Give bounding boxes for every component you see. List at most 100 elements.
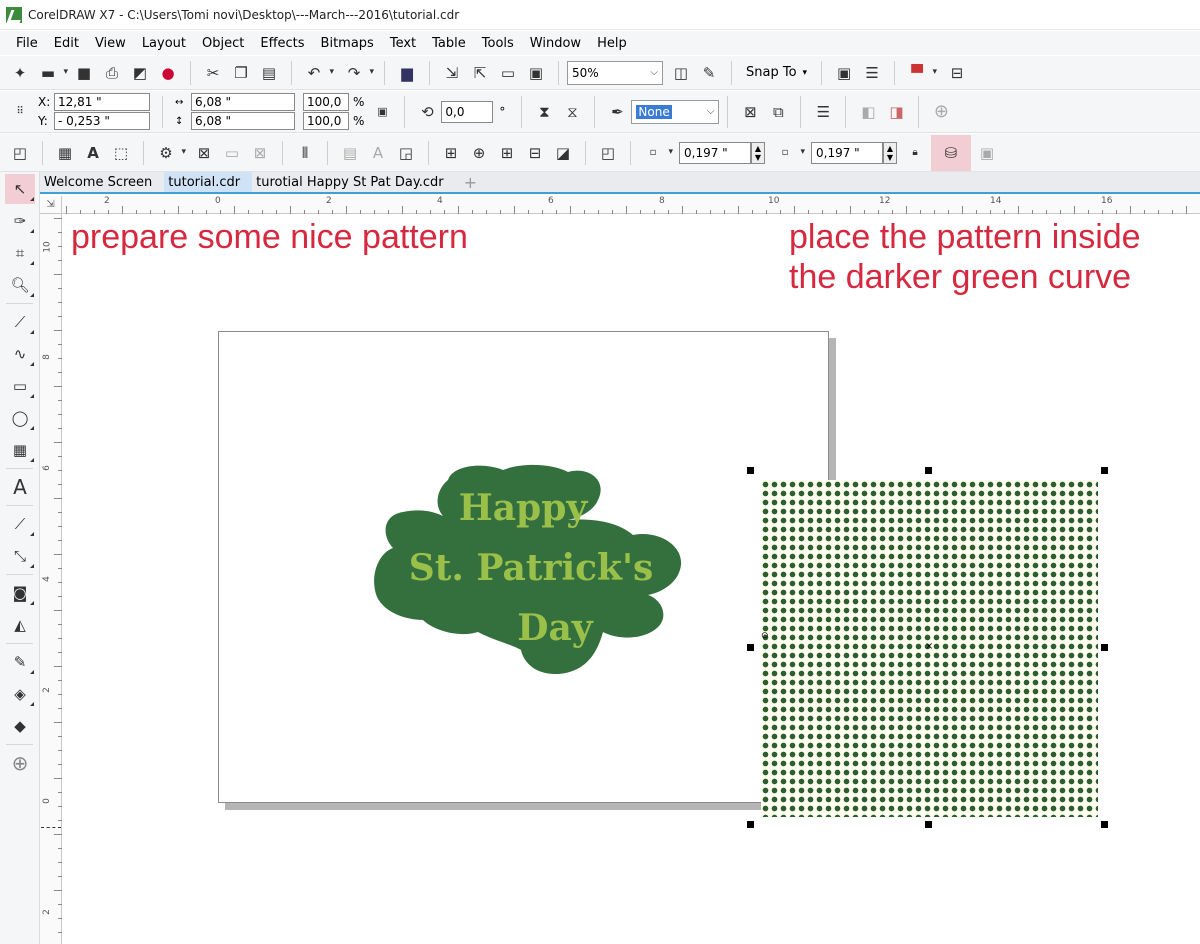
zoom-tool-icon[interactable]: 🔍︎ bbox=[5, 270, 35, 300]
eyedropper-tool-icon[interactable]: ✎ bbox=[5, 647, 35, 677]
label-icon[interactable]: ▭ bbox=[220, 141, 244, 165]
options-icon[interactable]: ☰ bbox=[860, 61, 884, 85]
outline-width-select[interactable]: None ⌵ bbox=[631, 99, 720, 124]
selection-handle[interactable] bbox=[925, 467, 932, 474]
menu-view[interactable]: View bbox=[87, 36, 134, 51]
convert-to-curves-icon[interactable]: ⊠ bbox=[738, 100, 762, 124]
rotation-origin-icon[interactable]: ⊙ bbox=[761, 631, 769, 641]
export-icon[interactable]: ⇱ bbox=[468, 61, 492, 85]
paste-icon[interactable]: ▤ bbox=[257, 61, 281, 85]
ellipse-tool-icon[interactable]: ◯ bbox=[5, 403, 35, 433]
mirror-horizontal-icon[interactable]: ⧗ bbox=[532, 100, 556, 124]
settings-icon[interactable]: ⚙ bbox=[154, 141, 186, 165]
lock-icon[interactable]: 🔒︎ bbox=[903, 141, 927, 165]
selection-center-icon[interactable]: × bbox=[925, 641, 933, 652]
camera-icon[interactable]: ▣ bbox=[975, 141, 999, 165]
to-back-icon[interactable]: ◨ bbox=[884, 100, 908, 124]
tab-tutorial[interactable]: tutorial.cdr bbox=[164, 172, 253, 192]
powerclip-icon[interactable]: ⛁ bbox=[931, 134, 971, 171]
transparency-tool-icon[interactable]: ◭ bbox=[5, 610, 35, 640]
node-center-icon[interactable]: ⊕ bbox=[467, 141, 491, 165]
menu-bitmaps[interactable]: Bitmaps bbox=[313, 36, 382, 51]
selection-handle[interactable] bbox=[747, 821, 754, 828]
text-box-icon[interactable]: A bbox=[366, 141, 390, 165]
offset-x-spinner[interactable]: ▲ ▼ bbox=[751, 141, 765, 164]
node-edit-icon[interactable]: ◪ bbox=[551, 141, 575, 165]
bold-a-icon[interactable]: A bbox=[81, 141, 105, 165]
edit-icon[interactable]: ⧉ bbox=[766, 100, 790, 124]
menu-help[interactable]: Help bbox=[589, 36, 635, 51]
copy-icon[interactable]: ❐ bbox=[229, 61, 253, 85]
rulers-toggle-icon[interactable]: ✎ bbox=[697, 61, 721, 85]
object-origin-icon[interactable]: ⠿ bbox=[8, 100, 32, 124]
new-document-icon[interactable]: ✦ bbox=[8, 61, 32, 85]
connector-tool-icon[interactable]: ⤡ bbox=[5, 541, 35, 571]
menu-layout[interactable]: Layout bbox=[134, 36, 194, 51]
offset-y-input[interactable]: 0,197 " bbox=[811, 141, 883, 164]
fill-tool-icon[interactable]: ◈ bbox=[5, 679, 35, 709]
marquee-icon[interactable]: ⬚ bbox=[109, 141, 133, 165]
selection-handle[interactable] bbox=[1101, 467, 1108, 474]
lock-ratio-icon[interactable]: ▣ bbox=[370, 100, 394, 124]
ruler-origin[interactable]: ⇲ bbox=[40, 196, 62, 214]
rectangle-tool-icon[interactable]: ▭ bbox=[5, 371, 35, 401]
drop-shadow-tool-icon[interactable]: ◙ bbox=[5, 578, 35, 608]
page-layout-icon[interactable]: ◰ bbox=[8, 141, 32, 165]
menu-table[interactable]: Table bbox=[424, 36, 474, 51]
node-grid-icon[interactable]: ⊞ bbox=[495, 141, 519, 165]
mirror-vertical-icon[interactable]: ⧖ bbox=[560, 100, 584, 124]
snap-to-dropdown[interactable]: Snap To ▾ bbox=[740, 65, 813, 80]
node-style-icon[interactable]: ⊟ bbox=[523, 141, 547, 165]
artistic-media-icon[interactable]: ∿ bbox=[5, 339, 35, 369]
polygon-tool-icon[interactable]: ▦ bbox=[5, 435, 35, 465]
menu-window[interactable]: Window bbox=[522, 36, 589, 51]
align-icon[interactable]: ▤ bbox=[338, 141, 362, 165]
open-icon[interactable]: ▬ bbox=[36, 61, 68, 85]
redo-icon[interactable]: ↷ bbox=[342, 61, 374, 85]
node-left-icon[interactable]: ⊞ bbox=[439, 141, 463, 165]
save-icon[interactable]: ■ bbox=[72, 61, 96, 85]
wrap-text-icon[interactable]: ☰ bbox=[811, 100, 835, 124]
x-position-input[interactable]: 12,81 " bbox=[54, 93, 150, 111]
welcome-screen-icon[interactable]: ▣ bbox=[832, 61, 856, 85]
distribute-icon[interactable]: ⫴ bbox=[293, 141, 317, 165]
vertical-ruler[interactable]: 10 8 6 4 2 0 2 bbox=[40, 214, 62, 944]
drawing-canvas[interactable]: prepare some nice pattern place the patt… bbox=[41, 215, 1200, 944]
selection-handle[interactable] bbox=[1101, 644, 1108, 651]
st-patricks-artwork[interactable]: Happy St. Patrick's Day bbox=[363, 460, 693, 680]
offset-x-input[interactable]: 0,197 " bbox=[679, 141, 751, 164]
scale-x-input[interactable]: 100,0 bbox=[303, 93, 349, 111]
menu-file[interactable]: File bbox=[8, 36, 46, 51]
height-input[interactable]: 6,08 " bbox=[191, 112, 295, 130]
menu-object[interactable]: Object bbox=[194, 36, 252, 51]
selection-handle[interactable] bbox=[1101, 821, 1108, 828]
add-preset-icon[interactable]: ⊕ bbox=[929, 100, 953, 124]
scale-y-input[interactable]: 100,0 bbox=[303, 112, 349, 130]
menu-edit[interactable]: Edit bbox=[46, 36, 87, 51]
application-launcher-icon[interactable]: ▀ bbox=[905, 61, 937, 85]
zoom-level-select[interactable]: 50% ⌵ bbox=[567, 60, 663, 85]
import-icon[interactable]: ⇲ bbox=[440, 61, 464, 85]
selection-handle[interactable] bbox=[747, 644, 754, 651]
pick-tool-icon[interactable]: ↖ bbox=[5, 174, 35, 204]
smart-fill-icon[interactable]: ◆ bbox=[5, 711, 35, 741]
disabled-box-icon[interactable]: ⊠ bbox=[248, 141, 272, 165]
full-screen-preview-icon[interactable]: ◫ bbox=[669, 61, 693, 85]
selection-handle[interactable] bbox=[747, 467, 754, 474]
rotation-input[interactable]: 0,0 bbox=[441, 100, 494, 123]
search-content-icon[interactable]: ▆ bbox=[395, 61, 419, 85]
dimension-tool-icon[interactable]: ⟋ bbox=[5, 509, 35, 539]
cross-box-icon[interactable]: ⊠ bbox=[192, 141, 216, 165]
shape-tool-icon[interactable]: ✑ bbox=[5, 206, 35, 236]
frame-icon[interactable]: ◲ bbox=[394, 141, 418, 165]
selection-handle[interactable] bbox=[925, 821, 932, 828]
text-tool-icon[interactable]: A bbox=[5, 472, 35, 502]
corner-icon[interactable]: ◰ bbox=[596, 141, 620, 165]
to-front-icon[interactable]: ◧ bbox=[856, 100, 880, 124]
print-icon[interactable]: ⎙ bbox=[100, 61, 124, 85]
menu-effects[interactable]: Effects bbox=[252, 36, 312, 51]
width-input[interactable]: 6,08 " bbox=[191, 93, 295, 111]
undo-icon[interactable]: ↶ bbox=[302, 61, 334, 85]
y-position-input[interactable]: - 0,253 " bbox=[54, 112, 150, 130]
color-manage-icon[interactable]: ◩ bbox=[128, 61, 152, 85]
